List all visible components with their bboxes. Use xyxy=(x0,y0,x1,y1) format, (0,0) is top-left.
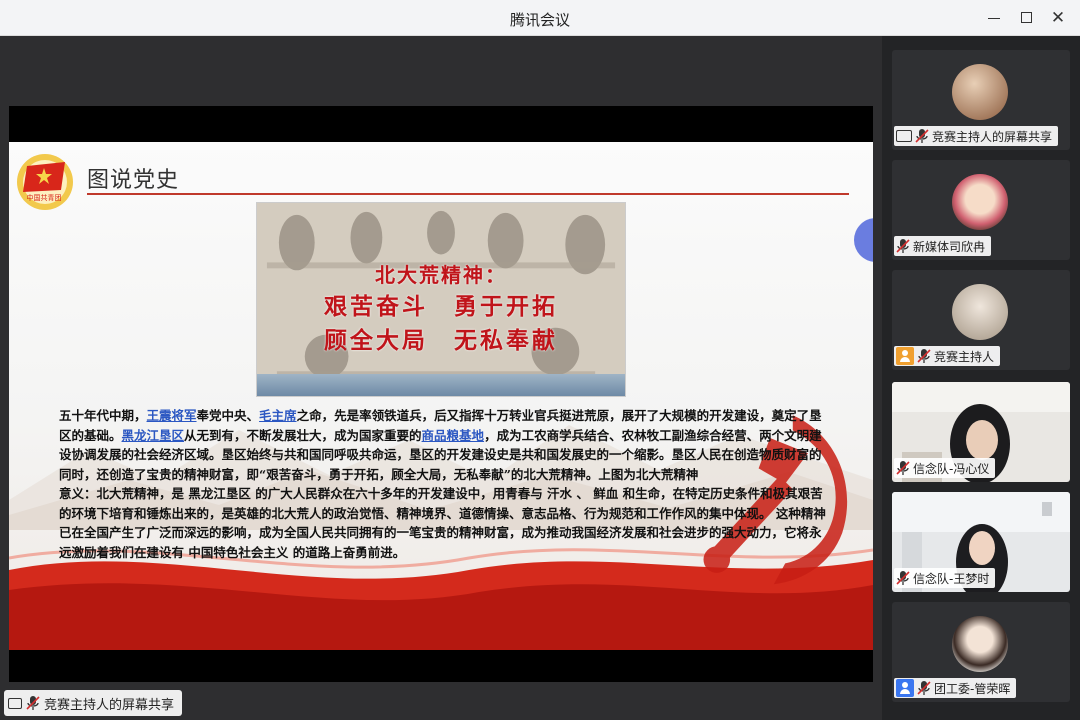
inline-link[interactable]: 商品粮基地 xyxy=(422,428,485,443)
slide-body-text: 五十年代中期，王震将军奉党中央、毛主席之命，先是率领铁道兵，后又指挥十万转业官兵… xyxy=(59,406,829,562)
participant-tile[interactable]: 团工委-管荣晖 xyxy=(892,602,1070,702)
photo-bottom-strip xyxy=(257,374,625,396)
avatar xyxy=(952,64,1008,120)
participant-name: 信念队-冯心仪 xyxy=(913,461,990,476)
close-icon: ✕ xyxy=(1050,8,1066,28)
participants-panel: 竞赛主持人的屏幕共享 新媒体司欣冉 竞赛主持人 信念队-冯心仪 信念队-王梦时 … xyxy=(882,36,1080,720)
participant-name: 竞赛主持人 xyxy=(934,349,995,364)
participant-name: 团工委-管荣晖 xyxy=(934,681,1011,696)
participant-name-label: 新媒体司欣冉 xyxy=(894,236,992,256)
body-paragraph: 五十年代中期，王震将军奉党中央、毛主席之命，先是率领铁道兵，后又指挥十万转业官兵… xyxy=(59,406,829,484)
floating-tool-bubble[interactable] xyxy=(854,218,873,262)
body-text-run: 五十年代中期， xyxy=(59,408,147,423)
minimize-button[interactable] xyxy=(982,6,1006,30)
participant-tile[interactable]: 竞赛主持人 xyxy=(892,270,1070,370)
body-text-run: 奉党中央、 xyxy=(196,408,260,423)
screen-share-label-text: 竞赛主持人的屏幕共享 xyxy=(44,697,175,713)
avatar xyxy=(952,284,1008,340)
screen-share-icon xyxy=(8,697,22,709)
mic-muted-icon xyxy=(896,461,910,475)
avatar xyxy=(952,174,1008,230)
body-text-run: 从无到有，不断发展壮大，成为国家重要的 xyxy=(184,427,422,443)
slide-frame: 中国共青团 图说党史 北大荒精神： 艰苦奋斗 勇于开拓 顾全大局 无私奉献 五十… xyxy=(9,106,873,682)
participant-name-label: 团工委-管荣晖 xyxy=(894,678,1017,698)
participant-tile[interactable]: 信念队-王梦时 xyxy=(892,492,1070,592)
body-paragraph: 意义：北大荒精神，是 黑龙江垦区 的广大人民群众在六十多年的开发建设中，用青春与… xyxy=(59,484,829,562)
participant-name-label: 竞赛主持人 xyxy=(894,346,1001,366)
inline-link[interactable]: 王震将军 xyxy=(147,408,197,423)
participant-tile[interactable]: 信念队-冯心仪 xyxy=(892,382,1070,482)
photo-caption-2: 艰苦奋斗 勇于开拓 xyxy=(324,293,558,320)
screen-share-icon xyxy=(896,130,912,142)
svg-text:中国共青团: 中国共青团 xyxy=(27,193,62,202)
photo-caption-1: 北大荒精神： xyxy=(375,263,507,287)
minimize-icon xyxy=(988,17,1000,19)
mic-muted-icon xyxy=(896,571,910,585)
participant-name-label: 信念队-王梦时 xyxy=(894,568,996,588)
participant-name: 竞赛主持人的屏幕共享 xyxy=(932,129,1053,144)
slide-title: 图说党史 xyxy=(87,168,180,193)
youth-league-logo: 中国共青团 xyxy=(17,154,73,210)
mic-muted-icon xyxy=(917,681,931,695)
title-underline xyxy=(87,193,849,195)
avatar xyxy=(952,616,1008,672)
shared-screen-area: 中国共青团 图说党史 北大荒精神： 艰苦奋斗 勇于开拓 顾全大局 无私奉献 五十… xyxy=(0,36,882,720)
slide-photo: 北大荒精神： 艰苦奋斗 勇于开拓 顾全大局 无私奉献 xyxy=(256,202,626,397)
participant-name: 新媒体司欣冉 xyxy=(913,239,986,254)
body-text-run: 意义：北大荒精神，是 黑龙江垦区 的广大人民群众在六十多年的开发建设中，用青春与… xyxy=(59,486,826,560)
participant-name: 信念队-王梦时 xyxy=(913,571,990,586)
title-bar: 腾讯会议 ✕ xyxy=(0,0,1080,36)
slide: 中国共青团 图说党史 北大荒精神： 艰苦奋斗 勇于开拓 顾全大局 无私奉献 五十… xyxy=(9,142,873,650)
mic-muted-icon xyxy=(917,349,931,363)
mic-muted-icon xyxy=(896,239,910,253)
window-title: 腾讯会议 xyxy=(509,11,570,29)
mic-muted-icon xyxy=(915,129,929,143)
user-icon xyxy=(896,679,914,697)
close-button[interactable]: ✕ xyxy=(1046,6,1070,30)
screen-share-label: 竞赛主持人的屏幕共享 xyxy=(4,690,183,716)
participant-name-label: 信念队-冯心仪 xyxy=(894,458,996,478)
photo-caption-3: 顾全大局 无私奉献 xyxy=(324,327,558,354)
inline-link[interactable]: 黑龙江垦区 xyxy=(122,428,185,443)
mic-muted-icon xyxy=(26,696,40,710)
inline-link[interactable]: 毛主席 xyxy=(259,408,297,423)
participant-tile[interactable]: 竞赛主持人的屏幕共享 xyxy=(892,50,1070,150)
host-icon xyxy=(896,347,914,365)
participant-name-label: 竞赛主持人的屏幕共享 xyxy=(894,126,1059,146)
maximize-icon xyxy=(1020,12,1032,23)
maximize-button[interactable] xyxy=(1014,6,1038,30)
participant-tile[interactable]: 新媒体司欣冉 xyxy=(892,160,1070,260)
